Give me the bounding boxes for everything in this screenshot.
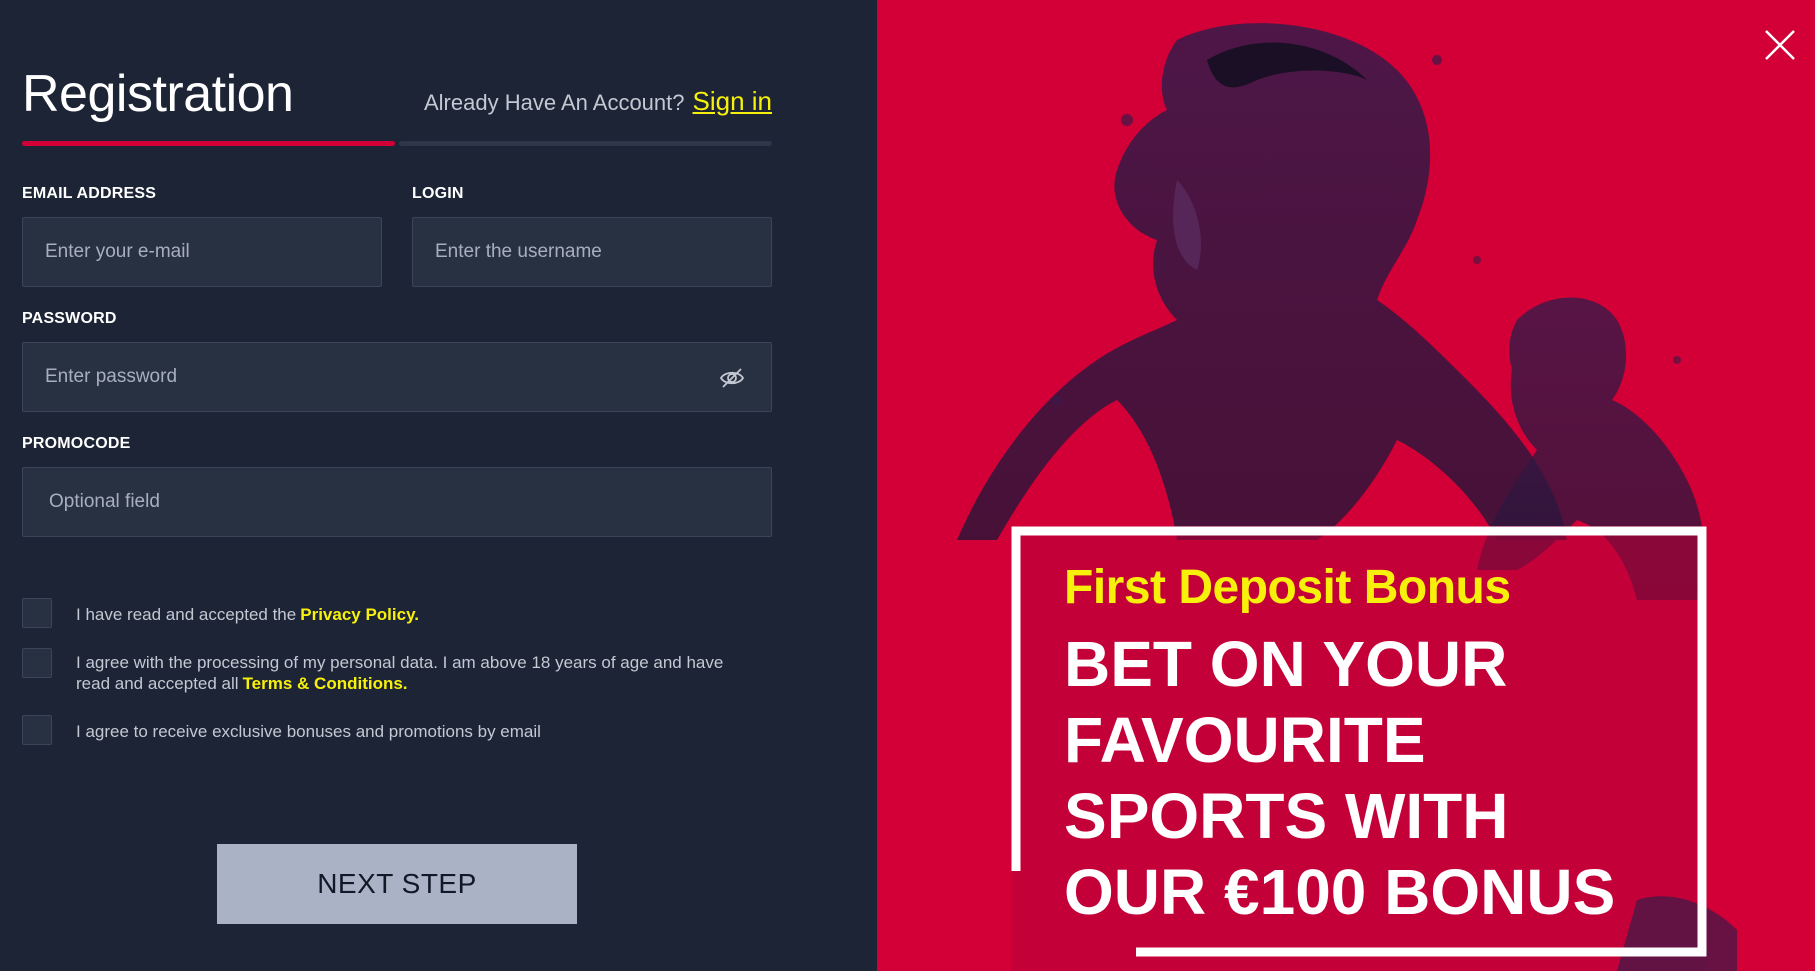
password-label: PASSWORD (22, 310, 117, 327)
terms-consent-row: I agree with the processing of my person… (22, 648, 756, 694)
promo-headline: BET ON YOUR FAVOURITE SPORTS WITH OUR €1… (1064, 628, 1616, 928)
privacy-consent-text: I have read and accepted the Privacy Poli… (76, 598, 419, 625)
password-field-box (22, 342, 772, 412)
login-label: LOGIN (412, 185, 464, 202)
bonus-consent-row: I agree to receive exclusive bonuses and… (22, 715, 541, 745)
registration-panel: Registration Already Have An Account? Si… (0, 0, 877, 971)
signin-prompt: Already Have An Account? Sign in (424, 86, 772, 117)
progress-step-1 (22, 141, 395, 146)
next-step-button[interactable]: NEXT STEP (217, 844, 577, 924)
email-label: EMAIL ADDRESS (22, 185, 157, 202)
username-field[interactable] (413, 218, 771, 286)
step-progress (22, 141, 772, 147)
promo-subtitle: First Deposit Bonus (1064, 561, 1511, 614)
email-field-box (22, 217, 382, 287)
privacy-policy-link[interactable]: Privacy Policy. (300, 605, 419, 624)
privacy-consent-row: I have read and accepted the Privacy Poli… (22, 598, 419, 628)
login-field-box (412, 217, 772, 287)
terms-consent-text: I agree with the processing of my person… (76, 648, 756, 694)
promocode-field[interactable] (23, 468, 771, 536)
terms-checkbox[interactable] (22, 648, 52, 678)
privacy-text: I have read and accepted the (76, 605, 297, 624)
promocode-field-box (22, 467, 772, 537)
signin-link[interactable]: Sign in (693, 86, 773, 117)
page-title: Registration (22, 65, 294, 123)
promocode-label: PROMOCODE (22, 435, 131, 452)
bonus-consent-text: I agree to receive exclusive bonuses and… (76, 722, 541, 741)
privacy-checkbox[interactable] (22, 598, 52, 628)
password-field[interactable] (23, 343, 771, 411)
close-icon[interactable] (1763, 28, 1797, 62)
eye-off-icon[interactable] (719, 366, 745, 390)
email-field[interactable] (23, 218, 381, 286)
already-account-text: Already Have An Account? (424, 90, 685, 115)
progress-step-2 (399, 141, 772, 146)
bonus-checkbox[interactable] (22, 715, 52, 745)
terms-conditions-link[interactable]: Terms & Conditions. (243, 674, 408, 693)
promo-panel: First Deposit Bonus BET ON YOUR FAVOURIT… (877, 0, 1815, 971)
